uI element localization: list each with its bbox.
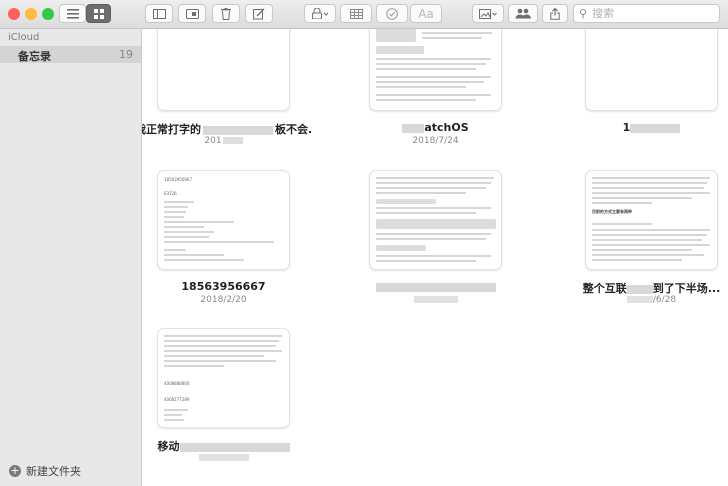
- search-input[interactable]: [592, 6, 712, 21]
- note-title: 移动: [142, 438, 312, 454]
- media-button[interactable]: [472, 4, 504, 23]
- share-button[interactable]: [542, 4, 568, 23]
- note-thumbnail: [369, 170, 502, 270]
- delete-button[interactable]: [212, 4, 240, 23]
- search-icon: ⚲: [579, 7, 588, 20]
- sidebar: iCloud 备忘录 19 + 新建文件夹: [0, 29, 142, 486]
- close-window-button[interactable]: [8, 8, 20, 20]
- table-button[interactable]: [340, 4, 372, 23]
- note-date: 201: [142, 136, 312, 146]
- zoom-window-button[interactable]: [42, 8, 54, 20]
- toolbar: Aa ⚲: [0, 0, 728, 29]
- format-button[interactable]: Aa: [410, 4, 442, 23]
- trash-icon: [221, 7, 231, 20]
- note-thumbnail: 目前的方式主要有两种: [585, 170, 718, 270]
- sidebar-toggle-button[interactable]: [145, 4, 173, 23]
- note-title: 18563956667: [181, 280, 266, 293]
- note-thumbnail: [369, 29, 502, 111]
- compose-icon: [253, 8, 265, 19]
- gallery-view-button[interactable]: [86, 4, 111, 23]
- share-icon: [550, 7, 560, 20]
- checklist-button[interactable]: [376, 4, 408, 23]
- compose-button[interactable]: [245, 4, 273, 23]
- note-date: 2018/7/24: [412, 136, 459, 146]
- note-thumbnail: 4008888800 4008177289: [157, 328, 290, 428]
- note-date: /6/28: [563, 295, 728, 305]
- lock-icon: [312, 8, 328, 19]
- list-view-button[interactable]: [59, 4, 86, 23]
- sidebar-item-notes[interactable]: 备忘录 19: [0, 46, 141, 63]
- note-title: atchOS: [347, 121, 524, 134]
- search-field[interactable]: ⚲: [573, 4, 720, 23]
- account-header: iCloud: [8, 32, 40, 43]
- attachment-browser-icon: [185, 8, 199, 19]
- folder-label: 备忘录: [18, 50, 51, 63]
- table-icon: [349, 8, 363, 19]
- note-title: 我正常打字的板不会...: [142, 123, 312, 136]
- new-folder-label: 新建文件夹: [26, 465, 81, 478]
- plus-icon: +: [9, 464, 21, 477]
- note-title: [347, 280, 524, 293]
- lock-button[interactable]: [304, 4, 336, 23]
- attachments-button[interactable]: [178, 4, 206, 23]
- photo-icon: [479, 8, 497, 19]
- note-title: 1: [563, 121, 728, 134]
- collaborate-button[interactable]: [508, 4, 538, 23]
- folder-count: 19: [119, 48, 133, 61]
- note-thumbnail: [157, 29, 290, 111]
- sidebar-icon: [152, 8, 166, 19]
- note-date: [142, 453, 312, 463]
- note-date: 2018/2/20: [200, 295, 247, 305]
- list-icon: [66, 8, 79, 19]
- format-icon: Aa: [418, 6, 434, 21]
- note-title: 整个互联 到了下半场...: [582, 282, 721, 295]
- note-thumbnail: 18563956667 E3726: [157, 170, 290, 270]
- minimize-window-button[interactable]: [25, 8, 37, 20]
- notes-gallery: 我正常打字的板不会... 201 atchOS 2018/7/24 1 185: [142, 29, 728, 486]
- note-thumbnail: [585, 29, 718, 111]
- blurred-text: [203, 125, 273, 135]
- new-folder-button[interactable]: + 新建文件夹: [9, 463, 81, 479]
- grid-icon: [93, 8, 104, 19]
- people-icon: [515, 8, 531, 19]
- note-date: [347, 295, 524, 305]
- checkmark-icon: [386, 7, 398, 20]
